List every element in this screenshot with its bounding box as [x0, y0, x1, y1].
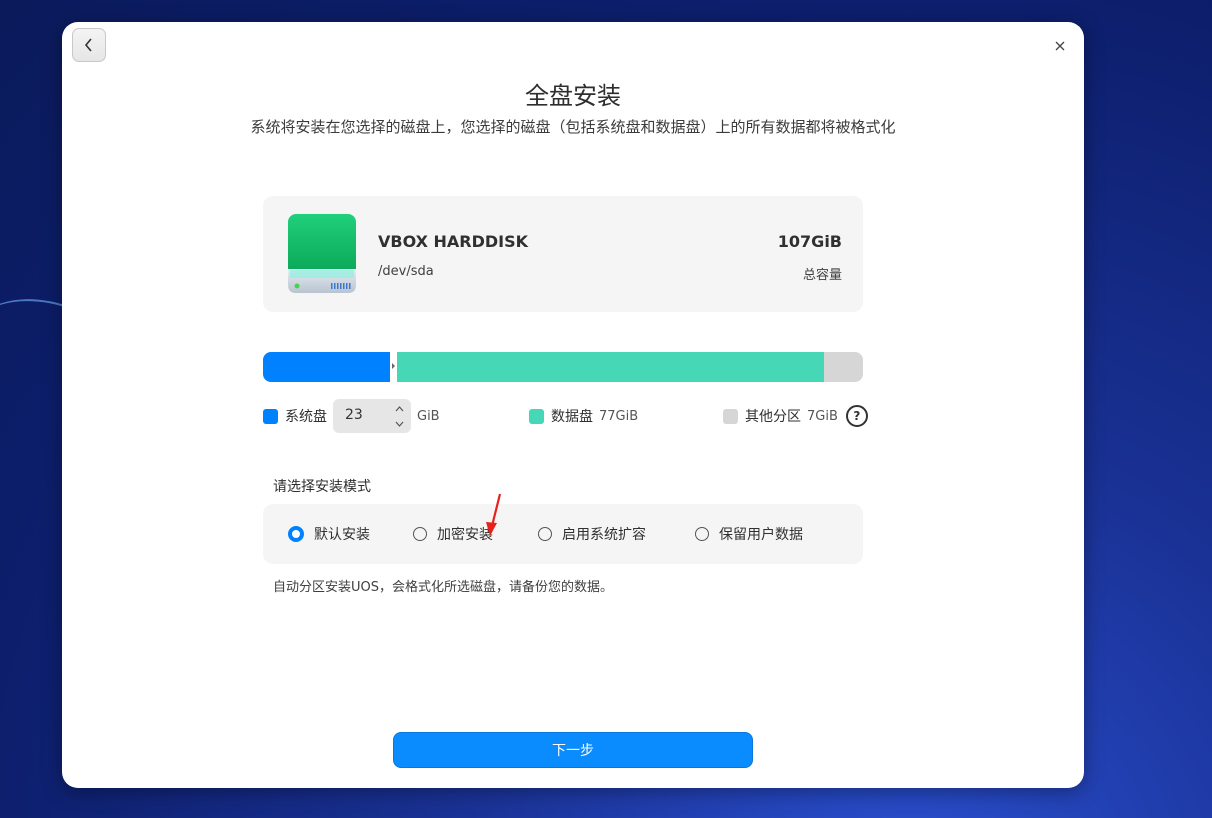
disk-path: /dev/sda	[378, 264, 434, 279]
mode-option-default[interactable]: 默认安装	[288, 524, 370, 544]
close-icon	[1055, 41, 1065, 51]
stepper-up-button[interactable]	[391, 401, 407, 416]
data-label: 数据盘	[551, 409, 593, 425]
red-arrow-annotation-icon	[486, 493, 502, 536]
close-button[interactable]	[1052, 38, 1068, 54]
radio-icon	[538, 527, 552, 541]
hard-disk-icon	[288, 214, 356, 293]
mode-option-label: 默认安装	[314, 527, 370, 543]
install-mode-description: 自动分区安装UOS，会格式化所选磁盘，请备份您的数据。	[273, 580, 613, 595]
install-mode-group: 默认安装 加密安装 启用系统扩容 保留用户数据	[263, 504, 863, 564]
page-subtitle: 系统将安装在您选择的磁盘上，您选择的磁盘（包括系统盘和数据盘）上的所有数据都将被…	[250, 118, 896, 136]
chevron-down-icon	[395, 421, 403, 427]
other-label: 其他分区	[745, 409, 801, 425]
mode-option-expand[interactable]: 启用系统扩容	[538, 524, 646, 544]
chevron-left-icon	[84, 38, 92, 52]
legend-data: 数据盘 77GiB	[529, 398, 638, 434]
system-partition-segment	[263, 352, 390, 382]
system-size-stepper[interactable]: 23	[333, 399, 411, 433]
radio-icon	[413, 527, 427, 541]
disk-size: 107GiB	[777, 232, 842, 251]
mode-option-keep-data[interactable]: 保留用户数据	[695, 524, 803, 544]
legend-system: 系统盘 23 GiB	[263, 398, 440, 434]
help-icon[interactable]: ?	[845, 405, 868, 427]
mode-option-label: 启用系统扩容	[562, 527, 646, 543]
page-title: 全盘安装	[525, 82, 621, 110]
next-button[interactable]: 下一步	[393, 732, 753, 768]
disk-card: VBOX HARDDISK /dev/sda 107GiB 总容量	[263, 196, 863, 312]
system-size-unit: GiB	[417, 408, 440, 424]
installer-window: 全盘安装 系统将安装在您选择的磁盘上，您选择的磁盘（包括系统盘和数据盘）上的所有…	[62, 22, 1084, 788]
mode-option-label: 保留用户数据	[719, 527, 803, 543]
partition-resize-handle[interactable]	[390, 352, 397, 382]
data-size-value: 77GiB	[599, 408, 639, 424]
data-partition-segment	[397, 352, 824, 382]
other-size-value: 7GiB	[807, 408, 838, 424]
radio-icon	[695, 527, 709, 541]
system-size-value: 23	[345, 407, 363, 423]
install-mode-label: 请选择安装模式	[273, 479, 371, 495]
chevron-up-icon	[395, 405, 403, 411]
back-button[interactable]	[72, 28, 106, 62]
partition-bar	[263, 352, 863, 382]
system-swatch	[263, 408, 278, 424]
disk-capacity-label: 总容量	[802, 268, 842, 283]
disk-name: VBOX HARDDISK	[378, 232, 529, 251]
radio-selected-icon	[288, 526, 304, 542]
data-swatch	[529, 408, 544, 424]
stepper-down-button[interactable]	[391, 416, 407, 431]
legend-other: 其他分区 7GiB ?	[723, 398, 868, 434]
other-swatch	[723, 408, 738, 424]
system-label: 系统盘	[285, 409, 327, 425]
mode-option-encrypted[interactable]: 加密安装	[413, 524, 493, 544]
